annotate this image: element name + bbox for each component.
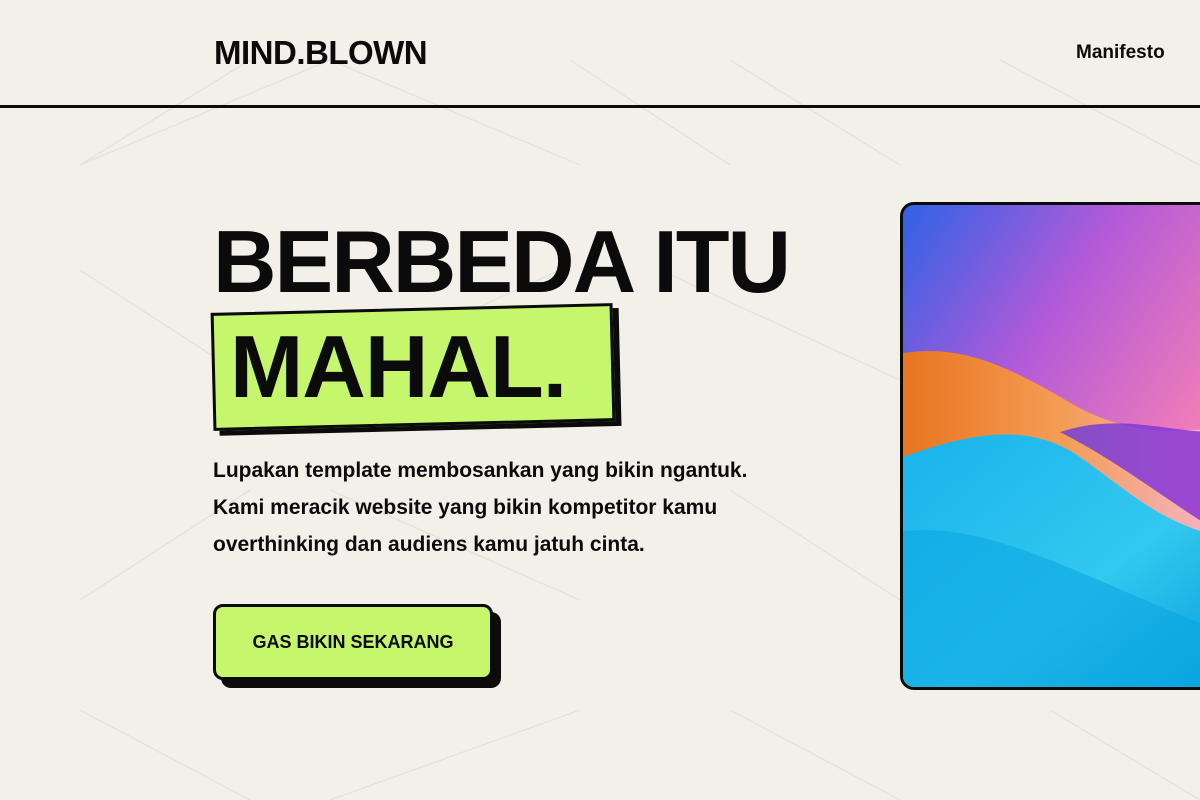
abstract-gradient-icon xyxy=(903,205,1200,687)
page: MIND.BLOWN Manifesto BERBEDA ITU MAHAL. … xyxy=(0,0,1200,800)
hero-subtext-line: overthinking dan audiens kamu jatuh cint… xyxy=(213,533,645,556)
site-logo[interactable]: MIND.BLOWN xyxy=(214,34,428,72)
hero-subtext: Lupakan template membosankan yang bikin … xyxy=(213,452,833,563)
hero-headline: BERBEDA ITU xyxy=(213,212,791,311)
site-header: MIND.BLOWN Manifesto xyxy=(0,0,1200,108)
cta-button[interactable]: GAS BIKIN SEKARANG xyxy=(213,604,493,680)
hero-subtext-line: Lupakan template membosankan yang bikin … xyxy=(213,459,748,482)
hero-image xyxy=(900,202,1200,690)
hero-headline-highlight: MAHAL. xyxy=(230,317,567,416)
hero-subtext-line: Kami meracik website yang bikin kompetit… xyxy=(213,496,718,519)
nav-link-manifesto[interactable]: Manifesto xyxy=(1076,42,1165,64)
